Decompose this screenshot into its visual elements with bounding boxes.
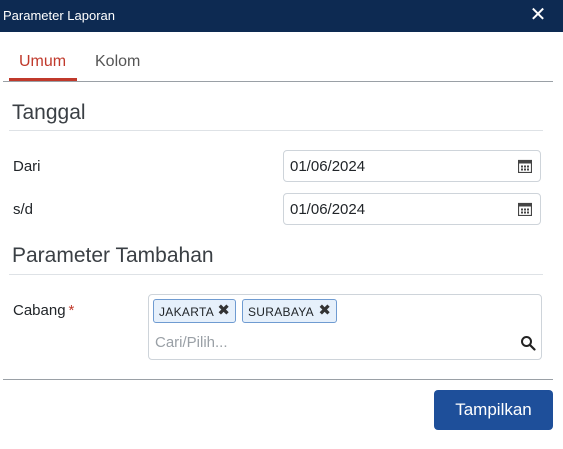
label-cabang: Cabang *	[13, 302, 74, 319]
tampilkan-button[interactable]: Tampilkan	[434, 390, 553, 430]
section-divider	[9, 274, 543, 275]
date-to-input[interactable]: 01/06/2024	[283, 193, 541, 225]
close-icon[interactable]: ✕	[527, 3, 549, 27]
tab-kolom[interactable]: Kolom	[95, 53, 140, 71]
footer-divider	[3, 379, 553, 380]
label-cabang-text: Cabang	[13, 302, 66, 319]
required-mark: *	[68, 302, 75, 319]
tab-bar: Umum Kolom	[0, 33, 553, 82]
chip-surabaya: SURABAYA ✖	[242, 299, 337, 323]
tab-umum[interactable]: Umum	[19, 53, 66, 71]
chip-jakarta: JAKARTA ✖	[153, 299, 236, 323]
calendar-icon[interactable]	[518, 159, 532, 173]
date-to-value: 01/06/2024	[290, 201, 366, 218]
section-title-parameter-tambahan: Parameter Tambahan	[12, 244, 214, 267]
remove-chip-icon[interactable]: ✖	[217, 301, 230, 319]
calendar-icon[interactable]	[518, 202, 532, 216]
label-dari: Dari	[13, 158, 41, 175]
cabang-multiselect[interactable]: JAKARTA ✖ SURABAYA ✖ Cari/Pilih...	[148, 294, 542, 360]
chip-label: SURABAYA	[248, 305, 314, 319]
section-divider	[9, 130, 543, 131]
tabs-divider	[3, 81, 553, 82]
dialog-title: Parameter Laporan	[3, 8, 116, 23]
section-title-tanggal: Tanggal	[12, 101, 86, 124]
search-icon[interactable]	[520, 335, 536, 351]
dialog-titlebar: Parameter Laporan ✕	[0, 0, 563, 32]
date-from-value: 01/06/2024	[290, 158, 366, 175]
search-input[interactable]: Cari/Pilih...	[155, 334, 228, 351]
date-from-input[interactable]: 01/06/2024	[283, 150, 541, 182]
remove-chip-icon[interactable]: ✖	[318, 301, 331, 319]
label-sd: s/d	[13, 201, 34, 218]
chip-label: JAKARTA	[159, 305, 215, 319]
